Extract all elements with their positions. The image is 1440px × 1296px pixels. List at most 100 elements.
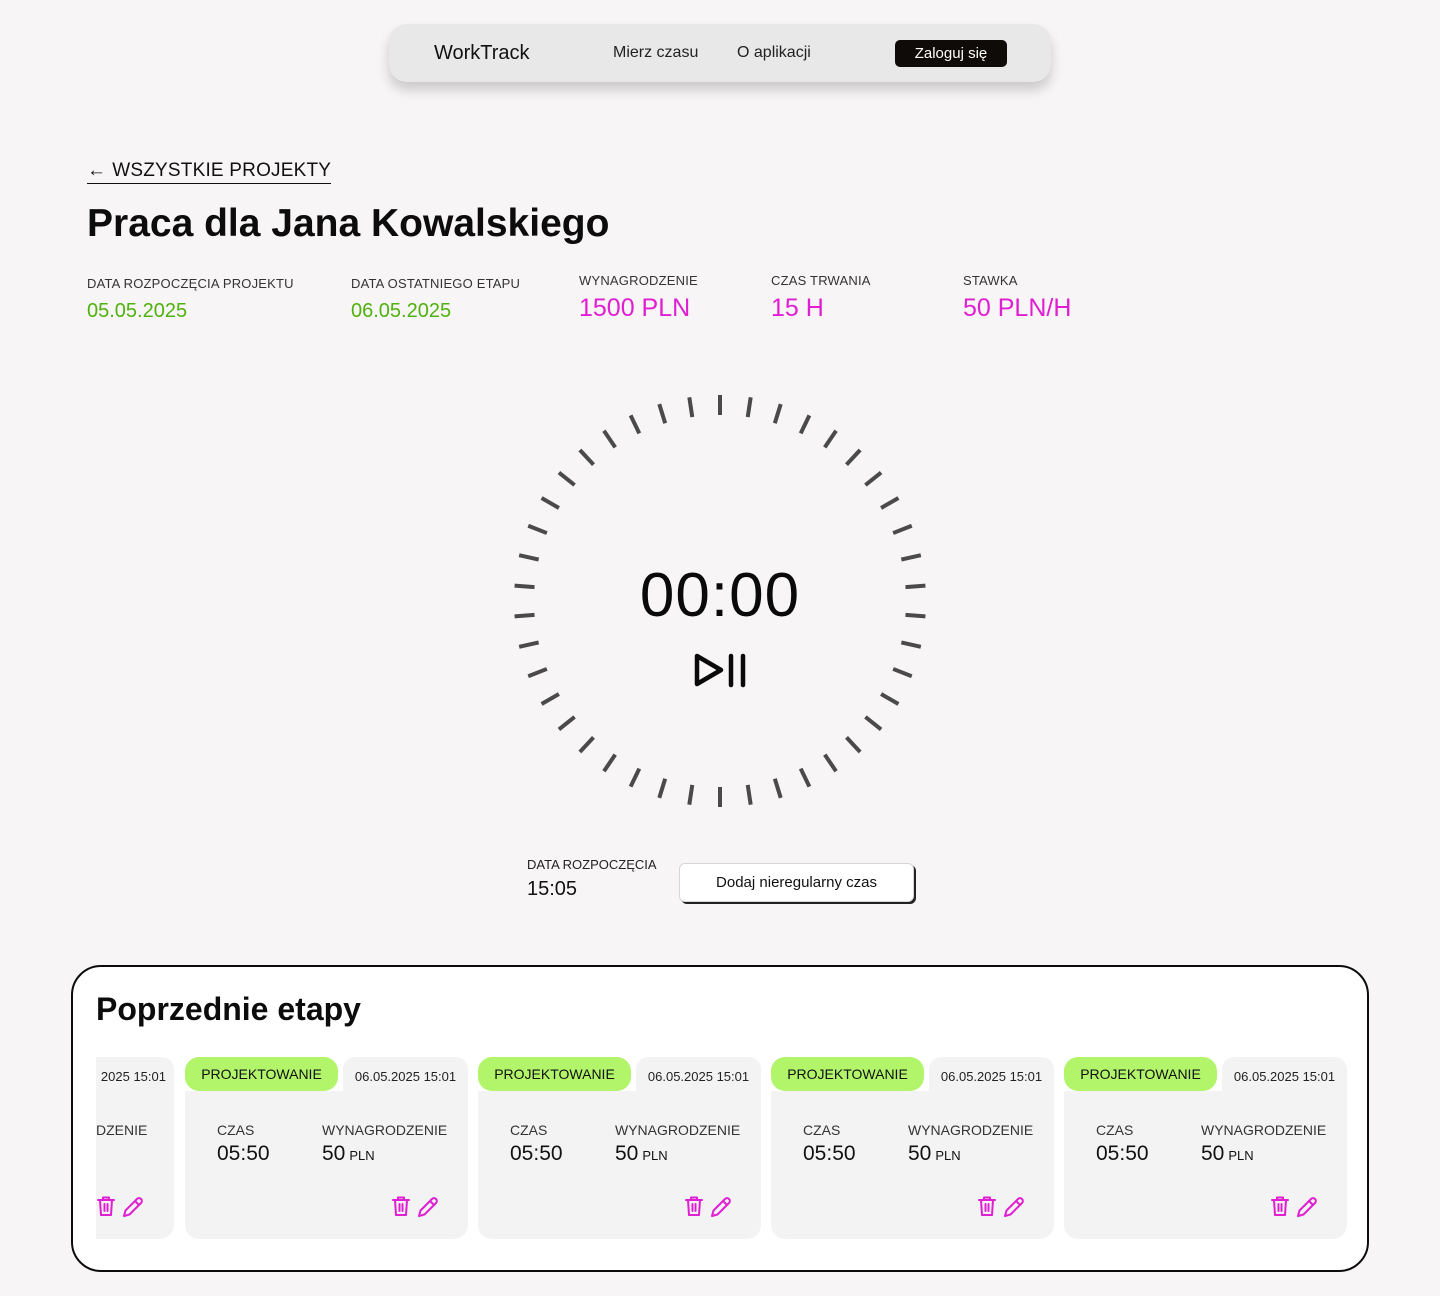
stat-label: DATA OSTATNIEGO ETAPU [351, 276, 521, 291]
pay-amount: 50 [322, 1142, 346, 1165]
stat-value: 1500 PLN [579, 294, 691, 322]
dial-tick [823, 753, 838, 773]
trash-icon[interactable] [977, 1195, 997, 1217]
page-title: Praca dla Jana Kowalskiego [87, 202, 610, 245]
dial-tick [518, 553, 540, 562]
dial-tick [864, 470, 883, 487]
stat-salary: WYNAGRODZENIE 1500 PLN [579, 273, 698, 323]
stage-time-value: 05:50 [1096, 1142, 1149, 1165]
stage-pay-label: WYNAGRODZENIE [908, 1122, 1034, 1138]
brand-logo[interactable]: WorkTrack [434, 42, 530, 65]
play-pause-icon[interactable] [693, 652, 748, 688]
pay-amount: 50 [908, 1142, 932, 1165]
stage-date: 06.05.2025 15:01 [929, 1057, 1054, 1097]
start-time-label: DATA ROZPOCZĘCIA [527, 857, 657, 872]
trash-icon[interactable] [96, 1195, 116, 1217]
trash-icon[interactable] [391, 1195, 411, 1217]
dial-tick [905, 583, 926, 590]
stage-pay-value: 50 PLN [908, 1142, 961, 1166]
timer-display: 00:00 [639, 561, 801, 630]
dial-tick [514, 612, 535, 619]
stage-time-label: CZAS [510, 1122, 548, 1138]
nav-link-about[interactable]: O aplikacji [737, 44, 811, 62]
dial-tick [514, 583, 535, 590]
pay-unit: PLN [349, 1148, 375, 1163]
dial-tick [745, 784, 753, 805]
dial-tick [892, 667, 913, 679]
dial-tick [657, 403, 668, 424]
stat-start-date: DATA ROZPOCZĘCIA PROJEKTU 05.05.2025 [87, 276, 294, 323]
pencil-icon[interactable] [1002, 1195, 1026, 1219]
stat-value: 15 H [771, 294, 824, 322]
top-nav: WorkTrack Mierz czasu O aplikacji Zalogu… [389, 24, 1051, 82]
pencil-icon[interactable] [1295, 1195, 1319, 1219]
dial-tick [864, 715, 883, 732]
pay-unit: PLN [935, 1148, 961, 1163]
dial-tick [540, 496, 560, 510]
stage-time-value: 05:50 [217, 1142, 270, 1165]
trash-icon[interactable] [684, 1195, 704, 1217]
stage-pay-value: 50 PLN [1201, 1142, 1254, 1166]
dial-tick [527, 667, 548, 679]
pay-amount: 50 [1201, 1142, 1225, 1165]
stat-label: WYNAGRODZENIE [579, 273, 698, 288]
dial-tick [687, 784, 695, 805]
stat-rate: STAWKA 50 PLN/H [963, 273, 1071, 323]
back-link-label: WSZYSTKIE PROJEKTY [112, 160, 332, 181]
dial-tick [845, 735, 862, 754]
dial-tick [900, 640, 922, 649]
stage-pay-label: WYNAGRODZENIE [615, 1122, 741, 1138]
dial-tick [687, 397, 695, 418]
add-irregular-time-button[interactable]: Dodaj nieregularny czas [679, 863, 914, 902]
pencil-icon[interactable] [709, 1195, 733, 1219]
login-button[interactable]: Zaloguj się [895, 40, 1007, 67]
section-title: Poprzednie etapy [96, 991, 361, 1027]
dial-tick [845, 448, 862, 467]
pencil-icon[interactable] [121, 1195, 145, 1219]
stage-time-label: CZAS [1096, 1122, 1134, 1138]
dial-tick [772, 778, 783, 799]
pay-unit: PLN [642, 1148, 668, 1163]
stage-date: 06.05.2025 15:01 [343, 1057, 468, 1097]
dial-tick [578, 448, 595, 467]
stage-pay-label: WYNAGRODZENIE [1201, 1122, 1327, 1138]
stage-name-badge: PROJEKTOWANIE [1064, 1057, 1217, 1091]
stage-card: 06.05.2025 15:01 CZAS 05:50 WYNAGRODZENI… [771, 1057, 1054, 1239]
nav-link-measure-time[interactable]: Mierz czasu [613, 44, 698, 62]
stage-date: 06.05.2025 15:01 [1222, 1057, 1347, 1097]
dial-tick [905, 612, 926, 619]
dial-tick [798, 767, 812, 788]
trash-icon[interactable] [1270, 1195, 1290, 1217]
stage-time-label: CZAS [217, 1122, 255, 1138]
stage-card: 2025 15:01 DZENIE [96, 1057, 174, 1239]
stat-last-stage-date: DATA OSTATNIEGO ETAPU 06.05.2025 [351, 276, 520, 323]
stat-value: 50 PLN/H [963, 294, 1072, 322]
pay-amount: 50 [615, 1142, 639, 1165]
stages-carousel[interactable]: 2025 15:01 DZENIE 06.05.2025 15:01 CZAS … [96, 1057, 1348, 1242]
pencil-icon[interactable] [416, 1195, 440, 1219]
stage-time-value: 05:50 [510, 1142, 563, 1165]
stage-card: 06.05.2025 15:01 CZAS 05:50 WYNAGRODZENI… [478, 1057, 761, 1239]
dial-tick [557, 715, 576, 732]
dial-tick [657, 778, 668, 799]
dial-tick [518, 640, 540, 649]
stage-name-badge: PROJEKTOWANIE [185, 1057, 338, 1091]
stage-time-label: CZAS [803, 1122, 841, 1138]
previous-stages-panel: Poprzednie etapy 2025 15:01 DZENIE 06.05… [71, 965, 1369, 1272]
stat-label: CZAS TRWANIA [771, 273, 871, 288]
back-to-projects-link[interactable]: ← WSZYSTKIE PROJEKTY [87, 160, 332, 184]
dial-tick [823, 429, 838, 449]
start-time-value: 15:05 [527, 878, 578, 900]
dial-tick [602, 753, 617, 773]
stat-value: 06.05.2025 [351, 300, 452, 322]
pay-unit: PLN [1228, 1148, 1254, 1163]
stage-date: 06.05.2025 15:01 [636, 1057, 761, 1097]
stage-pay-label: DZENIE [96, 1122, 148, 1138]
arrow-left-icon: ← [87, 160, 107, 181]
stage-date: 2025 15:01 [96, 1057, 174, 1097]
stage-pay-value: 50 PLN [615, 1142, 668, 1166]
stage-card: 06.05.2025 15:01 CZAS 05:50 WYNAGRODZENI… [185, 1057, 468, 1239]
dial-tick [557, 470, 576, 487]
dial-tick [900, 553, 922, 562]
dial-tick [745, 397, 753, 418]
